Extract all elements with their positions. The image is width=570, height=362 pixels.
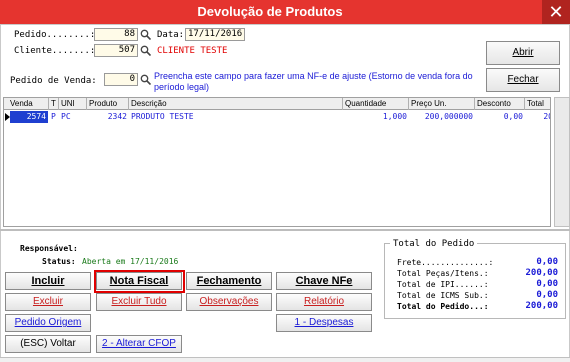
icms-value: 0,00 — [536, 290, 558, 300]
col-t[interactable]: T — [49, 98, 59, 110]
observacoes-button[interactable]: Observações — [186, 293, 272, 311]
grid-scrollbar[interactable] — [554, 97, 570, 227]
pedido-search-icon[interactable] — [140, 29, 151, 40]
total-pedido-value: 200,00 — [525, 301, 558, 311]
ipi-label: Total de IPI......: — [397, 280, 489, 289]
cell-produto[interactable]: 2342 — [87, 111, 129, 123]
col-venda[interactable]: Venda — [8, 98, 49, 110]
cliente-label: Cliente.......: — [14, 46, 96, 56]
col-descricao[interactable]: Descrição — [129, 98, 343, 110]
cliente-search-icon[interactable] — [140, 45, 151, 56]
chave-nfe-button[interactable]: Chave NFe — [276, 272, 372, 290]
pedido-venda-search-icon[interactable] — [140, 74, 151, 85]
incluir-label: Incluir — [31, 275, 65, 287]
pedido-input[interactable]: 88 — [94, 28, 138, 41]
grid-header: Venda T UNI Produto Descrição Quantidade… — [4, 98, 550, 110]
pedido-venda-hint: Preencha este campo para fazer uma NF-e … — [154, 71, 473, 92]
fechar-button[interactable]: Fechar — [486, 68, 560, 92]
icms-label: Total de ICMS Sub.: — [397, 291, 489, 300]
pedido-venda-label: Pedido de Venda: — [10, 76, 97, 86]
data-input[interactable]: 17/11/2016 — [185, 28, 245, 41]
items-grid[interactable]: Venda T UNI Produto Descrição Quantidade… — [3, 97, 551, 227]
cell-quantidade[interactable]: 1,000 — [343, 111, 409, 123]
col-uni[interactable]: UNI — [59, 98, 87, 110]
cliente-input[interactable]: 507 — [94, 44, 138, 57]
pedido-origem-button[interactable]: Pedido Origem — [5, 314, 91, 332]
fechamento-button[interactable]: Fechamento — [186, 272, 272, 290]
pedido-venda-input[interactable]: 0 — [104, 73, 138, 86]
abrir-button[interactable]: Abrir — [486, 41, 560, 65]
cell-descricao[interactable]: PRODUTO TESTE — [129, 111, 343, 123]
ipi-value: 0,00 — [536, 279, 558, 289]
alterar-cfop-button[interactable]: 2 - Alterar CFOP — [96, 335, 182, 353]
responsavel-label: Responsável: — [20, 244, 78, 253]
relatorio-button[interactable]: Relatório — [276, 293, 372, 311]
status-strip — [0, 357, 570, 362]
cell-venda[interactable]: 2574 — [10, 111, 48, 123]
despesas-button[interactable]: 1 - Despesas — [276, 314, 372, 332]
col-total[interactable]: Total — [525, 98, 550, 110]
data-label: Data: — [157, 30, 185, 40]
fechamento-label: Fechamento — [196, 275, 262, 287]
cell-t[interactable]: P — [49, 111, 59, 123]
frete-value: 0,00 — [536, 257, 558, 267]
cell-desconto[interactable]: 0,00 — [475, 111, 525, 123]
cliente-name: CLIENTE TESTE — [157, 46, 228, 56]
nota-fiscal-highlight — [94, 270, 185, 293]
status-value: Aberta em 17/11/2016 — [82, 257, 179, 266]
pedido-label: Pedido........: — [14, 30, 96, 40]
status-label: Status: — [42, 257, 76, 266]
col-quantidade[interactable]: Quantidade — [343, 98, 409, 110]
cell-uni[interactable]: PC — [59, 111, 87, 123]
chave-nfe-label: Chave NFe — [295, 275, 353, 287]
excluir-button[interactable]: Excluir — [5, 293, 91, 311]
incluir-button[interactable]: Incluir — [5, 272, 91, 290]
window-title: Devolução de Produtos — [197, 4, 343, 19]
cell-total[interactable]: 20 — [525, 111, 550, 123]
close-icon[interactable]: ✕ — [542, 0, 570, 24]
col-desconto[interactable]: Desconto — [475, 98, 525, 110]
col-preco[interactable]: Preço Un. — [409, 98, 475, 110]
splitter — [0, 229, 570, 231]
frete-label: Frete..............: — [397, 258, 494, 267]
title-bar: Devolução de Produtos ✕ — [0, 0, 570, 24]
cell-preco[interactable]: 200,000000 — [409, 111, 475, 123]
pecas-label: Total Peças/Itens.: — [397, 269, 489, 278]
pecas-value: 200,00 — [525, 268, 558, 278]
excluir-tudo-button[interactable]: Excluir Tudo — [96, 293, 182, 311]
voltar-button[interactable]: (ESC) Voltar — [5, 335, 91, 353]
col-produto[interactable]: Produto — [87, 98, 129, 110]
total-pedido-label: Total do Pedido...: — [397, 302, 489, 311]
totals-title: Total do Pedido — [390, 239, 478, 249]
